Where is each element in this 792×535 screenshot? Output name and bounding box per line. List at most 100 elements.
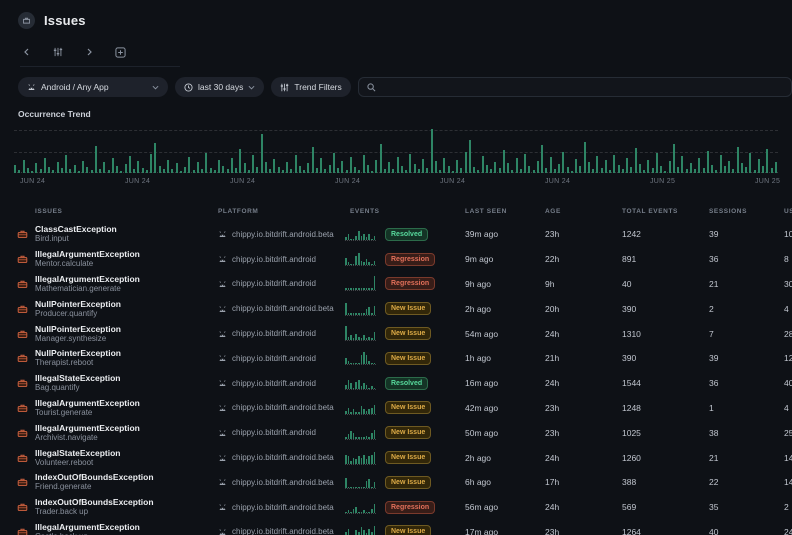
trend-bar bbox=[596, 156, 598, 173]
trend-bar bbox=[677, 167, 679, 173]
table-row[interactable]: IndexOutOfBoundsException Trader.back up… bbox=[0, 495, 792, 520]
app-selector-dropdown[interactable]: Android / Any App bbox=[18, 77, 168, 97]
android-icon bbox=[218, 429, 227, 437]
sessions-value: 39 bbox=[709, 353, 784, 363]
trend-bar bbox=[303, 170, 305, 173]
table-row[interactable]: NullPointerException Therapist.reboot ch… bbox=[0, 346, 792, 371]
table-row[interactable]: IllegalArgumentException Mentor.calculat… bbox=[0, 247, 792, 272]
trend-bar bbox=[409, 154, 411, 173]
last-seen-value: 6h ago bbox=[465, 477, 545, 487]
trend-bar bbox=[337, 168, 339, 173]
trend-bar bbox=[333, 153, 335, 173]
col-last-seen[interactable]: LAST SEEN bbox=[465, 208, 545, 215]
table-row[interactable]: NullPointerException Manager.synthesize … bbox=[0, 321, 792, 346]
plus-square-icon[interactable] bbox=[113, 45, 127, 59]
table-row[interactable]: IllegalArgumentException Mathematician.g… bbox=[0, 272, 792, 297]
sparkline-bar bbox=[348, 529, 350, 535]
sparkline-bar bbox=[371, 433, 373, 439]
issue-location: Producer.quantify bbox=[35, 309, 121, 319]
sparkline-bar bbox=[358, 313, 360, 315]
sparkline-bar bbox=[371, 313, 373, 315]
trend-bar bbox=[724, 166, 726, 173]
col-issues[interactable]: ISSUES bbox=[35, 208, 218, 215]
table-row[interactable]: NullPointerException Producer.quantify c… bbox=[0, 296, 792, 321]
table-row[interactable]: IllegalArgumentException Castle.back up … bbox=[0, 520, 792, 535]
issue-name: IllegalStateException bbox=[35, 448, 121, 458]
trend-bar bbox=[214, 170, 216, 173]
issues-toolbar bbox=[20, 45, 180, 67]
table-row[interactable]: ClassCastException Bird.input chippy.io.… bbox=[0, 222, 792, 247]
table-row[interactable]: IllegalStateException Volunteer.reboot c… bbox=[0, 445, 792, 470]
sparkline-bar bbox=[371, 455, 373, 464]
trend-bar bbox=[443, 158, 445, 173]
trend-bar bbox=[154, 143, 156, 173]
platform-name: chippy.io.bitdrift.android.beta bbox=[232, 453, 334, 462]
col-sessions[interactable]: SESSIONS bbox=[709, 208, 784, 215]
time-range-dropdown[interactable]: last 30 days bbox=[175, 77, 264, 97]
trend-bar bbox=[286, 162, 288, 173]
platform-name: chippy.io.bitdrift.android bbox=[232, 329, 316, 338]
last-seen-value: 9h ago bbox=[465, 279, 545, 289]
sparkline-bar bbox=[353, 288, 355, 290]
trend-bar bbox=[40, 169, 42, 173]
trend-bar bbox=[74, 165, 76, 173]
search-icon bbox=[367, 83, 376, 92]
sparkline-bar bbox=[353, 433, 355, 439]
col-platform[interactable]: PLATFORM bbox=[218, 208, 345, 215]
issue-location: Volunteer.reboot bbox=[35, 458, 121, 468]
sessions-value: 7 bbox=[709, 329, 784, 339]
sparkline-bar bbox=[350, 383, 352, 389]
trend-bar bbox=[460, 168, 462, 173]
trend-filters-button[interactable]: Trend Filters bbox=[271, 77, 350, 97]
trend-bar bbox=[494, 162, 496, 173]
issue-briefcase-icon bbox=[17, 254, 28, 264]
issue-location: Mentor.calculate bbox=[35, 259, 140, 269]
trend-bar bbox=[222, 166, 224, 173]
sparkline-bar bbox=[355, 288, 357, 290]
trend-bar bbox=[137, 161, 139, 173]
search-box[interactable] bbox=[358, 77, 792, 97]
issue-name: IllegalArgumentException bbox=[35, 274, 140, 284]
issue-briefcase-icon bbox=[17, 527, 28, 535]
trend-bar bbox=[511, 170, 513, 173]
trend-bar bbox=[167, 160, 169, 173]
platform-name: chippy.io.bitdrift.android.beta bbox=[232, 503, 334, 512]
sparkline-bar bbox=[348, 487, 350, 489]
last-seen-value: 39m ago bbox=[465, 229, 545, 239]
trend-bar bbox=[320, 158, 322, 173]
issue-location: Friend.generate bbox=[35, 482, 154, 492]
trend-bar bbox=[239, 149, 241, 173]
chevron-right-icon[interactable] bbox=[82, 45, 96, 59]
table-row[interactable]: IllegalArgumentException Archivist.navig… bbox=[0, 420, 792, 445]
sparkline-bar bbox=[350, 264, 352, 266]
sparkline-bar bbox=[353, 313, 355, 315]
sparkline-bar bbox=[350, 461, 352, 464]
status-badge: New Issue bbox=[385, 302, 431, 315]
table-row[interactable]: IndexOutOfBoundsException Friend.generat… bbox=[0, 470, 792, 495]
sliders-icon[interactable] bbox=[51, 45, 65, 59]
android-icon bbox=[218, 305, 227, 313]
table-row[interactable]: IllegalArgumentException Tourist.generat… bbox=[0, 396, 792, 421]
col-events[interactable]: EVENTS bbox=[345, 208, 385, 215]
sparkline-bar bbox=[366, 385, 368, 390]
sparkline-bar bbox=[358, 337, 360, 340]
issue-name: IndexOutOfBoundsException bbox=[35, 472, 154, 482]
chevron-left-icon[interactable] bbox=[20, 45, 34, 59]
sparkline-bar bbox=[374, 452, 376, 464]
sparkline-bar bbox=[361, 487, 363, 489]
col-users[interactable]: USERS bbox=[784, 208, 792, 215]
sparkline-bar bbox=[368, 288, 370, 290]
sparkline-bar bbox=[348, 434, 350, 439]
col-age[interactable]: AGE bbox=[545, 208, 622, 215]
trend-bar bbox=[350, 157, 352, 173]
sparkline-bar bbox=[345, 455, 347, 464]
table-row[interactable]: IllegalStateException Bag.quantify chipp… bbox=[0, 371, 792, 396]
x-axis-tick-label: JUN 24 bbox=[440, 178, 465, 185]
filter-bar: Android / Any App last 30 days Trend Fil… bbox=[18, 77, 792, 97]
last-seen-value: 2h ago bbox=[465, 453, 545, 463]
col-total-events[interactable]: TOTAL EVENTS bbox=[622, 208, 709, 215]
trend-bar bbox=[231, 158, 233, 173]
trend-bar bbox=[711, 165, 713, 173]
search-input[interactable] bbox=[382, 82, 783, 92]
trend-bar bbox=[707, 151, 709, 173]
